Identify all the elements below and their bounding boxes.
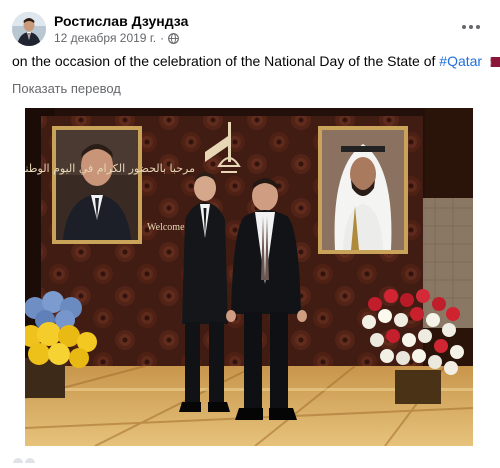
backdrop-arabic-text: مرحبا بالحضور الكرام في اليوم الوطني لدو… (25, 162, 195, 175)
avatar-image (12, 12, 46, 46)
post-header: Ростислав Дзундза 12 декабря 2019 г. · (12, 12, 488, 46)
post-text-body: on the occasion of the celebration of th… (12, 53, 440, 69)
photo-scene: مرحبا بالحضور الكرام في اليوم الوطني لدو… (25, 108, 473, 446)
post-text: on the occasion of the celebration of th… (12, 53, 500, 69)
flag-qatar-icon (486, 54, 500, 67)
meta-separator: · (160, 31, 165, 45)
more-horizontal-icon (462, 25, 480, 29)
reactions-strip (12, 450, 42, 468)
post-date[interactable]: 12 декабря 2019 г. (54, 31, 156, 45)
author-avatar[interactable] (12, 12, 46, 46)
backdrop-welcome-text: Welcome (147, 222, 185, 233)
post-meta: 12 декабря 2019 г. · (54, 31, 179, 45)
reactions-icon (13, 458, 35, 468)
hashtag-link[interactable]: #Qatar (439, 53, 482, 69)
author-name[interactable]: Ростислав Дзундза (54, 13, 188, 29)
more-options-button[interactable] (454, 12, 488, 42)
post-photo[interactable]: مرحبا بالحضور الكرام في اليوم الوطني لدو… (25, 108, 473, 446)
see-translation-link[interactable]: Показать перевод (12, 81, 121, 96)
globe-icon[interactable] (168, 32, 179, 44)
